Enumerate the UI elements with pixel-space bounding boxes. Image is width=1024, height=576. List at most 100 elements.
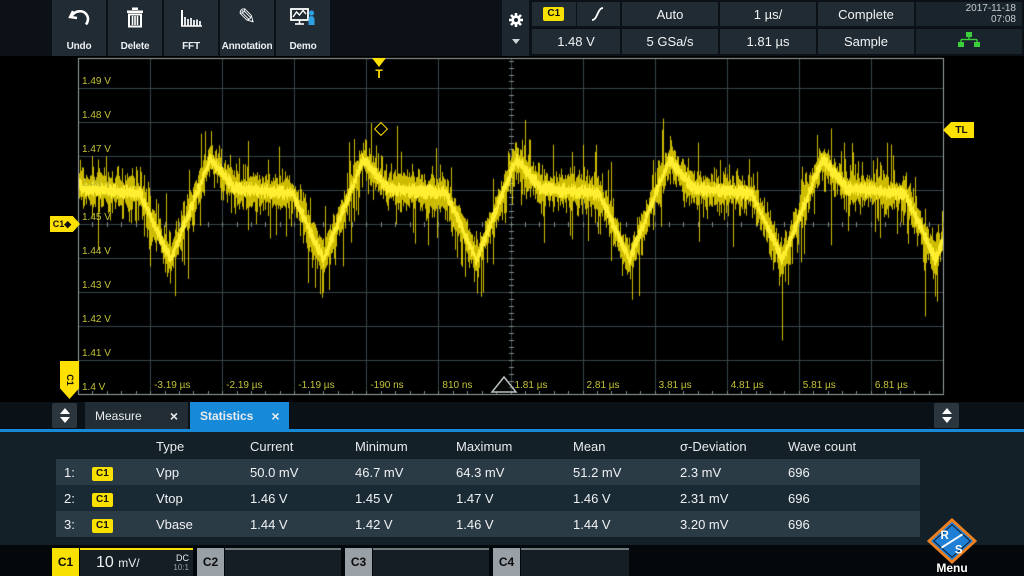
left-collapse-spinner[interactable] (52, 403, 77, 428)
trigger-source-cell[interactable]: C1 (532, 2, 620, 26)
row-index: 1: (56, 465, 90, 480)
trigger-mode-cell[interactable]: Auto (622, 2, 718, 26)
close-icon[interactable]: × (271, 408, 279, 424)
measurement-mean: 1.46 V (571, 491, 678, 506)
demo-icon (289, 5, 317, 31)
close-icon[interactable]: × (170, 408, 178, 424)
voltage-axis-label: 1.48 V (82, 110, 111, 121)
rs-logo[interactable]: R S (927, 518, 977, 564)
measurement-minimum: 1.45 V (353, 491, 454, 506)
channel1-coupling-probe: DC 10:1 (173, 554, 189, 572)
delete-button[interactable]: Delete (108, 0, 162, 56)
svg-text:R: R (941, 530, 950, 542)
column-header: Minimum (353, 439, 454, 454)
channel1-coupling: DC (173, 554, 189, 563)
scope-display-area: T TL C1◆ C1 1.49 V1.48 V1.47 V1.46 V1.45… (0, 56, 1024, 402)
statistics-panel: TypeCurrentMinimumMaximumMeanσ-Deviation… (0, 432, 1024, 545)
channel3-tab[interactable]: C3 (345, 548, 372, 576)
channel1-scale: 10 mV/ (96, 554, 140, 572)
time-axis-label: 6.81 µs (875, 380, 908, 391)
column-header: σ-Deviation (678, 439, 786, 454)
column-header: Current (248, 439, 353, 454)
undo-label: Undo (67, 41, 92, 52)
measurement-minimum: 1.42 V (353, 517, 454, 532)
undo-icon (66, 5, 92, 31)
result-tabbar: Measure × Statistics × (0, 402, 1024, 429)
measurement-type: Vbase (154, 517, 248, 532)
channel1-settings[interactable]: 10 mV/ DC 10:1 (80, 548, 193, 576)
row-index: 2: (56, 491, 90, 506)
voltage-axis-label: 1.47 V (82, 144, 111, 155)
measurement-mean: 1.44 V (571, 517, 678, 532)
table-row[interactable]: 3:C1Vbase1.44 V1.42 V1.46 V1.44 V3.20 mV… (56, 511, 920, 537)
demo-label: Demo (290, 41, 317, 52)
trigger-position-label: T (371, 67, 387, 81)
channel-badge-cell: C1 (90, 490, 154, 507)
settings-button[interactable] (502, 0, 529, 56)
acquisition-mode-cell[interactable]: Sample (818, 29, 914, 54)
chevron-down-icon (512, 39, 520, 44)
column-header: Mean (571, 439, 678, 454)
channel1-tab-label: C1 (58, 555, 73, 569)
annotation-icon: ✎ (238, 5, 256, 29)
measurement-current: 1.46 V (248, 491, 353, 506)
acquisition-status-cell[interactable]: Complete (818, 2, 914, 26)
date-value: 2017-11-18 (916, 3, 1016, 14)
trigger-position-marker[interactable] (372, 58, 386, 67)
channel4-settings[interactable] (521, 548, 629, 576)
undo-button[interactable]: Undo (52, 0, 106, 56)
statistics-table: TypeCurrentMinimumMaximumMeanσ-Deviation… (56, 434, 920, 537)
channel2-settings[interactable] (225, 548, 341, 576)
table-row[interactable]: 2:C1Vtop1.46 V1.45 V1.47 V1.46 V2.31 mV6… (56, 485, 920, 511)
trigger-level-cell[interactable]: 1.48 V (532, 29, 620, 54)
channel1-probe: 10:1 (173, 563, 189, 572)
sample-rate-cell[interactable]: 5 GSa/s (622, 29, 718, 54)
arrow-up-icon (942, 408, 952, 414)
channel4-tab-label: C4 (499, 555, 514, 569)
horizontal-position-cell[interactable]: 1.81 µs (720, 29, 816, 54)
datetime-display: 2017-11-18 07:08 (916, 2, 1022, 26)
row-index: 3: (56, 517, 90, 532)
gear-icon (508, 12, 524, 33)
trigger-mode-value: Auto (657, 7, 684, 22)
network-status (916, 29, 1022, 54)
right-collapse-spinner[interactable] (934, 403, 959, 428)
time-axis-label: 1.81 µs (514, 380, 547, 391)
channel3-settings[interactable] (373, 548, 489, 576)
voltage-axis-label: 1.43 V (82, 280, 111, 291)
channel-badge: C1 (92, 467, 113, 481)
arrow-down-icon (942, 417, 952, 423)
table-header-row: TypeCurrentMinimumMaximumMeanσ-Deviation… (56, 434, 920, 459)
channel4-tab[interactable]: C4 (493, 548, 520, 576)
voltage-axis-label: 1.41 V (82, 348, 111, 359)
menu-button[interactable]: Menu (925, 561, 979, 575)
fft-button[interactable]: FFT (164, 0, 218, 56)
channel3-tab-label: C3 (351, 555, 366, 569)
voltage-axis-label: 1.4 V (82, 382, 105, 393)
arrow-down-icon (60, 417, 70, 423)
tab-statistics[interactable]: Statistics × (190, 402, 289, 429)
waveform-display[interactable] (0, 56, 1024, 402)
table-row[interactable]: 1:C1Vpp50.0 mV46.7 mV64.3 mV51.2 mV2.3 m… (56, 459, 920, 485)
measurement-type: Vpp (154, 465, 248, 480)
timebase-cell[interactable]: 1 µs/ (720, 2, 816, 26)
measurement-deviation: 3.20 mV (678, 517, 786, 532)
column-header: Wave count (786, 439, 920, 454)
channel2-tab[interactable]: C2 (197, 548, 224, 576)
tab-measure[interactable]: Measure × (85, 402, 188, 429)
time-axis-label: 5.81 µs (803, 380, 836, 391)
delete-label: Delete (121, 41, 150, 52)
annotation-label: Annotation (222, 41, 273, 52)
horizontal-position-value: 1.81 µs (747, 34, 790, 49)
voltage-axis-label: 1.45 V (82, 212, 111, 223)
annotation-button[interactable]: ✎ Annotation (220, 0, 274, 56)
trigger-slope-icon (577, 6, 621, 22)
demo-button[interactable]: Demo (276, 0, 330, 56)
acquisition-status-value: Complete (838, 7, 894, 22)
measurement-deviation: 2.31 mV (678, 491, 786, 506)
channel1-ground-label: C1 (64, 374, 74, 386)
channel-badge: C1 (92, 493, 113, 507)
time-axis-label: -190 ns (370, 380, 403, 391)
channel1-tab[interactable]: C1 (52, 548, 79, 576)
measurement-wave_count: 696 (786, 517, 920, 532)
